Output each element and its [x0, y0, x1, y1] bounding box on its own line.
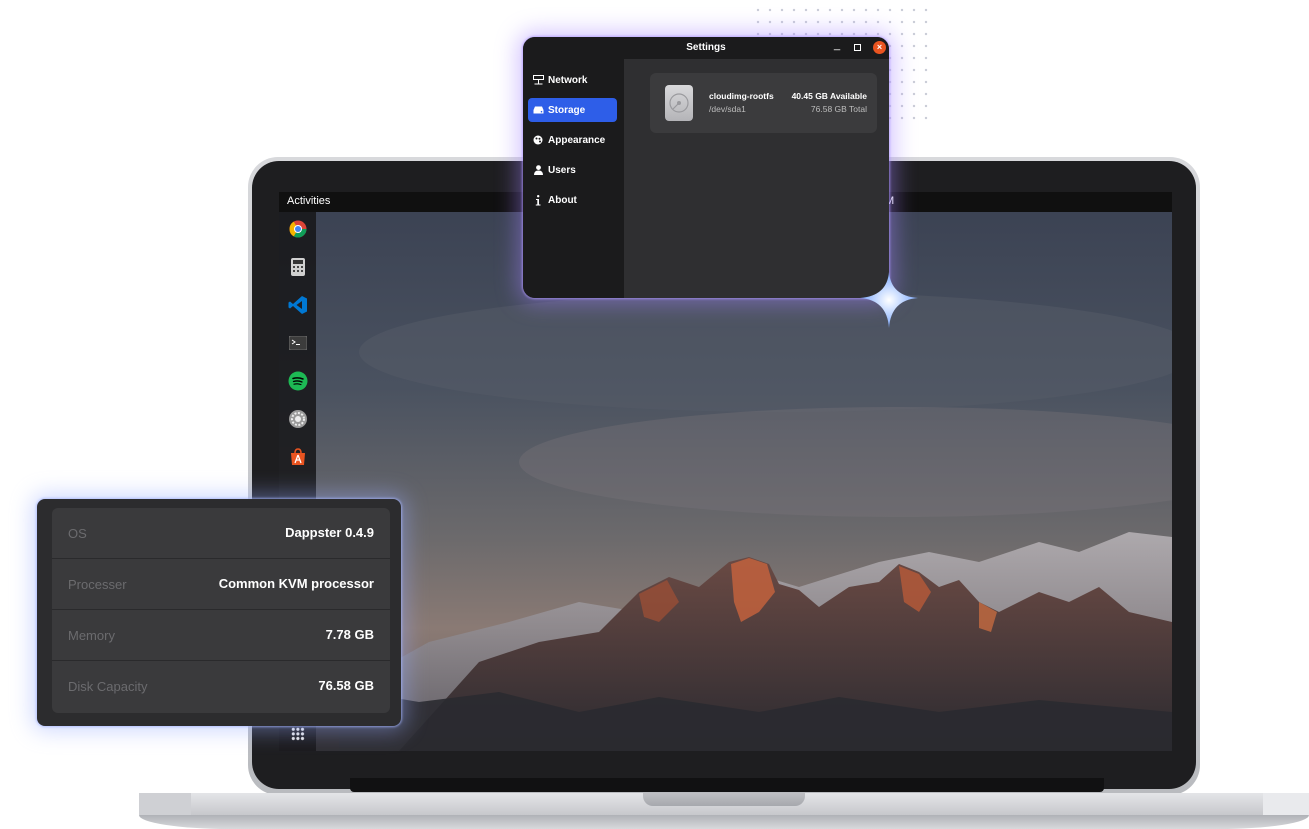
laptop-hinge [350, 778, 1104, 792]
info-label: Disk Capacity [68, 679, 148, 694]
app-grid-icon[interactable] [291, 727, 305, 741]
terminal-icon[interactable] [288, 333, 308, 353]
settings-sidebar: Network Storage Appearance Users About [523, 59, 624, 298]
sidebar-item-label: About [548, 194, 577, 206]
close-button[interactable]: × [873, 41, 886, 54]
settings-gear-icon[interactable] [288, 409, 308, 429]
laptop-base-bottom [139, 815, 1309, 829]
hard-disk-icon [665, 85, 693, 121]
settings-window: Settings _ × Network Storage Appearance … [523, 37, 889, 298]
info-label: Memory [68, 628, 115, 643]
spotify-icon[interactable] [288, 371, 308, 391]
sidebar-item-label: Appearance [548, 134, 606, 146]
sidebar-item-label: Users [548, 164, 576, 176]
sidebar-item-label: Storage [548, 104, 586, 116]
user-icon [528, 165, 548, 175]
laptop-notch [643, 793, 805, 806]
disk-device: /dev/sda1 [709, 104, 746, 114]
storage-icon [528, 106, 548, 114]
info-value: 76.58 GB [318, 678, 374, 693]
info-value: Dappster 0.4.9 [285, 525, 374, 540]
maximize-button[interactable] [854, 44, 861, 51]
laptop-base-edge-left [139, 793, 191, 815]
appearance-icon [528, 135, 548, 145]
system-info-card: OS Dappster 0.4.9 Processer Common KVM p… [37, 499, 401, 726]
sidebar-item-appearance[interactable]: Appearance [528, 128, 617, 152]
network-icon [528, 75, 548, 85]
disk-available: 40.45 GB Available [791, 91, 867, 101]
system-info-list: OS Dappster 0.4.9 Processer Common KVM p… [52, 508, 390, 713]
sidebar-item-network[interactable]: Network [528, 68, 617, 92]
sidebar-item-users[interactable]: Users [528, 158, 617, 182]
info-icon [528, 194, 548, 206]
calculator-icon[interactable] [288, 257, 308, 277]
info-row-disk-capacity: Disk Capacity 76.58 GB [52, 661, 390, 712]
disk-total: 76.58 GB Total [810, 104, 867, 114]
minimize-button[interactable]: _ [834, 39, 840, 51]
info-row-memory: Memory 7.78 GB [52, 610, 390, 661]
sidebar-item-label: Network [548, 74, 588, 86]
info-row-os: OS Dappster 0.4.9 [52, 508, 390, 559]
sidebar-item-about[interactable]: About [528, 188, 617, 212]
storage-disk-card[interactable]: cloudimg-rootfs /dev/sda1 40.45 GB Avail… [650, 73, 877, 133]
info-value: Common KVM processor [218, 576, 374, 591]
app-store-icon[interactable] [288, 447, 308, 467]
settings-titlebar[interactable]: Settings _ × [523, 37, 889, 59]
laptop-base-edge-right [1263, 793, 1309, 815]
disk-name: cloudimg-rootfs [709, 91, 774, 101]
info-label: Processer [68, 577, 127, 592]
info-label: OS [68, 526, 87, 541]
stage: Activities M Settings _ × Network Storag… [0, 0, 1309, 829]
chrome-icon[interactable] [288, 219, 308, 239]
sidebar-item-storage[interactable]: Storage [528, 98, 617, 122]
vscode-icon[interactable] [288, 295, 308, 315]
laptop-base [139, 793, 1309, 829]
activities-button[interactable]: Activities [287, 195, 330, 207]
info-row-processor: Processer Common KVM processor [52, 559, 390, 610]
info-value: 7.78 GB [325, 627, 374, 642]
sparkle-icon [860, 272, 918, 328]
